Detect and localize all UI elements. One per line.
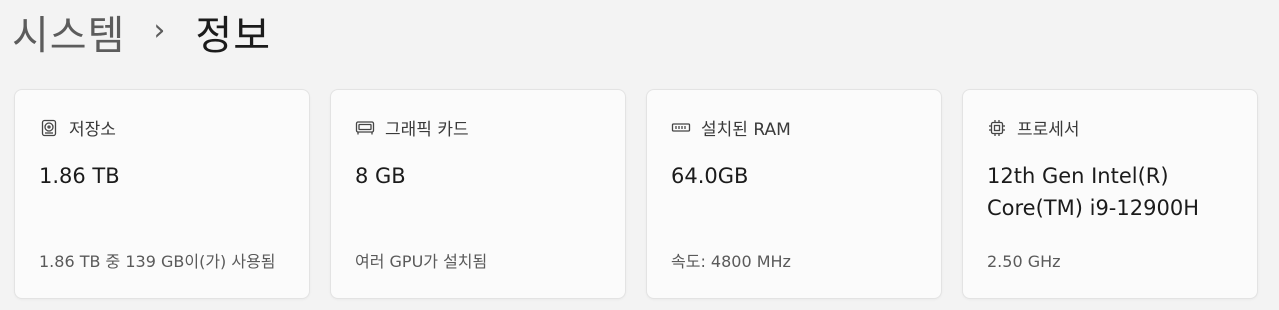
breadcrumb: 시스템 › 정보 (12, 4, 271, 60)
card-subtext: 여러 GPU가 설치됨 (355, 252, 488, 271)
storage-card[interactable]: 저장소 1.86 TB 1.86 TB 중 139 GB이(가) 사용됨 (14, 89, 310, 299)
card-header: 그래픽 카드 (355, 115, 469, 140)
card-label: 프로세서 (1017, 120, 1080, 140)
processor-card[interactable]: 프로세서 12th Gen Intel(R) Core(TM) i9-12900… (962, 89, 1258, 299)
breadcrumb-system[interactable]: 시스템 (12, 3, 125, 61)
hard-drive-icon (39, 118, 59, 138)
card-label: 저장소 (69, 120, 116, 140)
card-header: 프로세서 (987, 115, 1080, 140)
card-label: 설치된 RAM (701, 120, 791, 140)
graphics-card-icon (355, 118, 375, 138)
ram-card[interactable]: 설치된 RAM 64.0GB 속도: 4800 MHz (646, 89, 942, 299)
card-value: 12th Gen Intel(R) Core(TM) i9-12900H (987, 164, 1199, 220)
page-title: 정보 (195, 13, 272, 59)
graphics-card-card[interactable]: 그래픽 카드 8 GB 여러 GPU가 설치됨 (330, 89, 626, 299)
card-header: 설치된 RAM (671, 115, 791, 140)
card-label: 그래픽 카드 (385, 120, 469, 140)
card-subtext: 2.50 GHz (987, 252, 1061, 271)
breadcrumb-chevron-icon: › (153, 12, 166, 48)
card-header: 저장소 (39, 115, 116, 140)
card-subtext: 속도: 4800 MHz (671, 252, 791, 271)
card-value: 8 GB (355, 164, 406, 188)
card-value: 1.86 TB (39, 164, 120, 188)
spec-cards: 저장소 1.86 TB 1.86 TB 중 139 GB이(가) 사용됨 그래픽… (14, 89, 1258, 299)
card-subtext: 1.86 TB 중 139 GB이(가) 사용됨 (39, 252, 276, 271)
card-value: 64.0GB (671, 164, 749, 188)
processor-icon (987, 118, 1007, 138)
ram-icon (671, 118, 691, 138)
